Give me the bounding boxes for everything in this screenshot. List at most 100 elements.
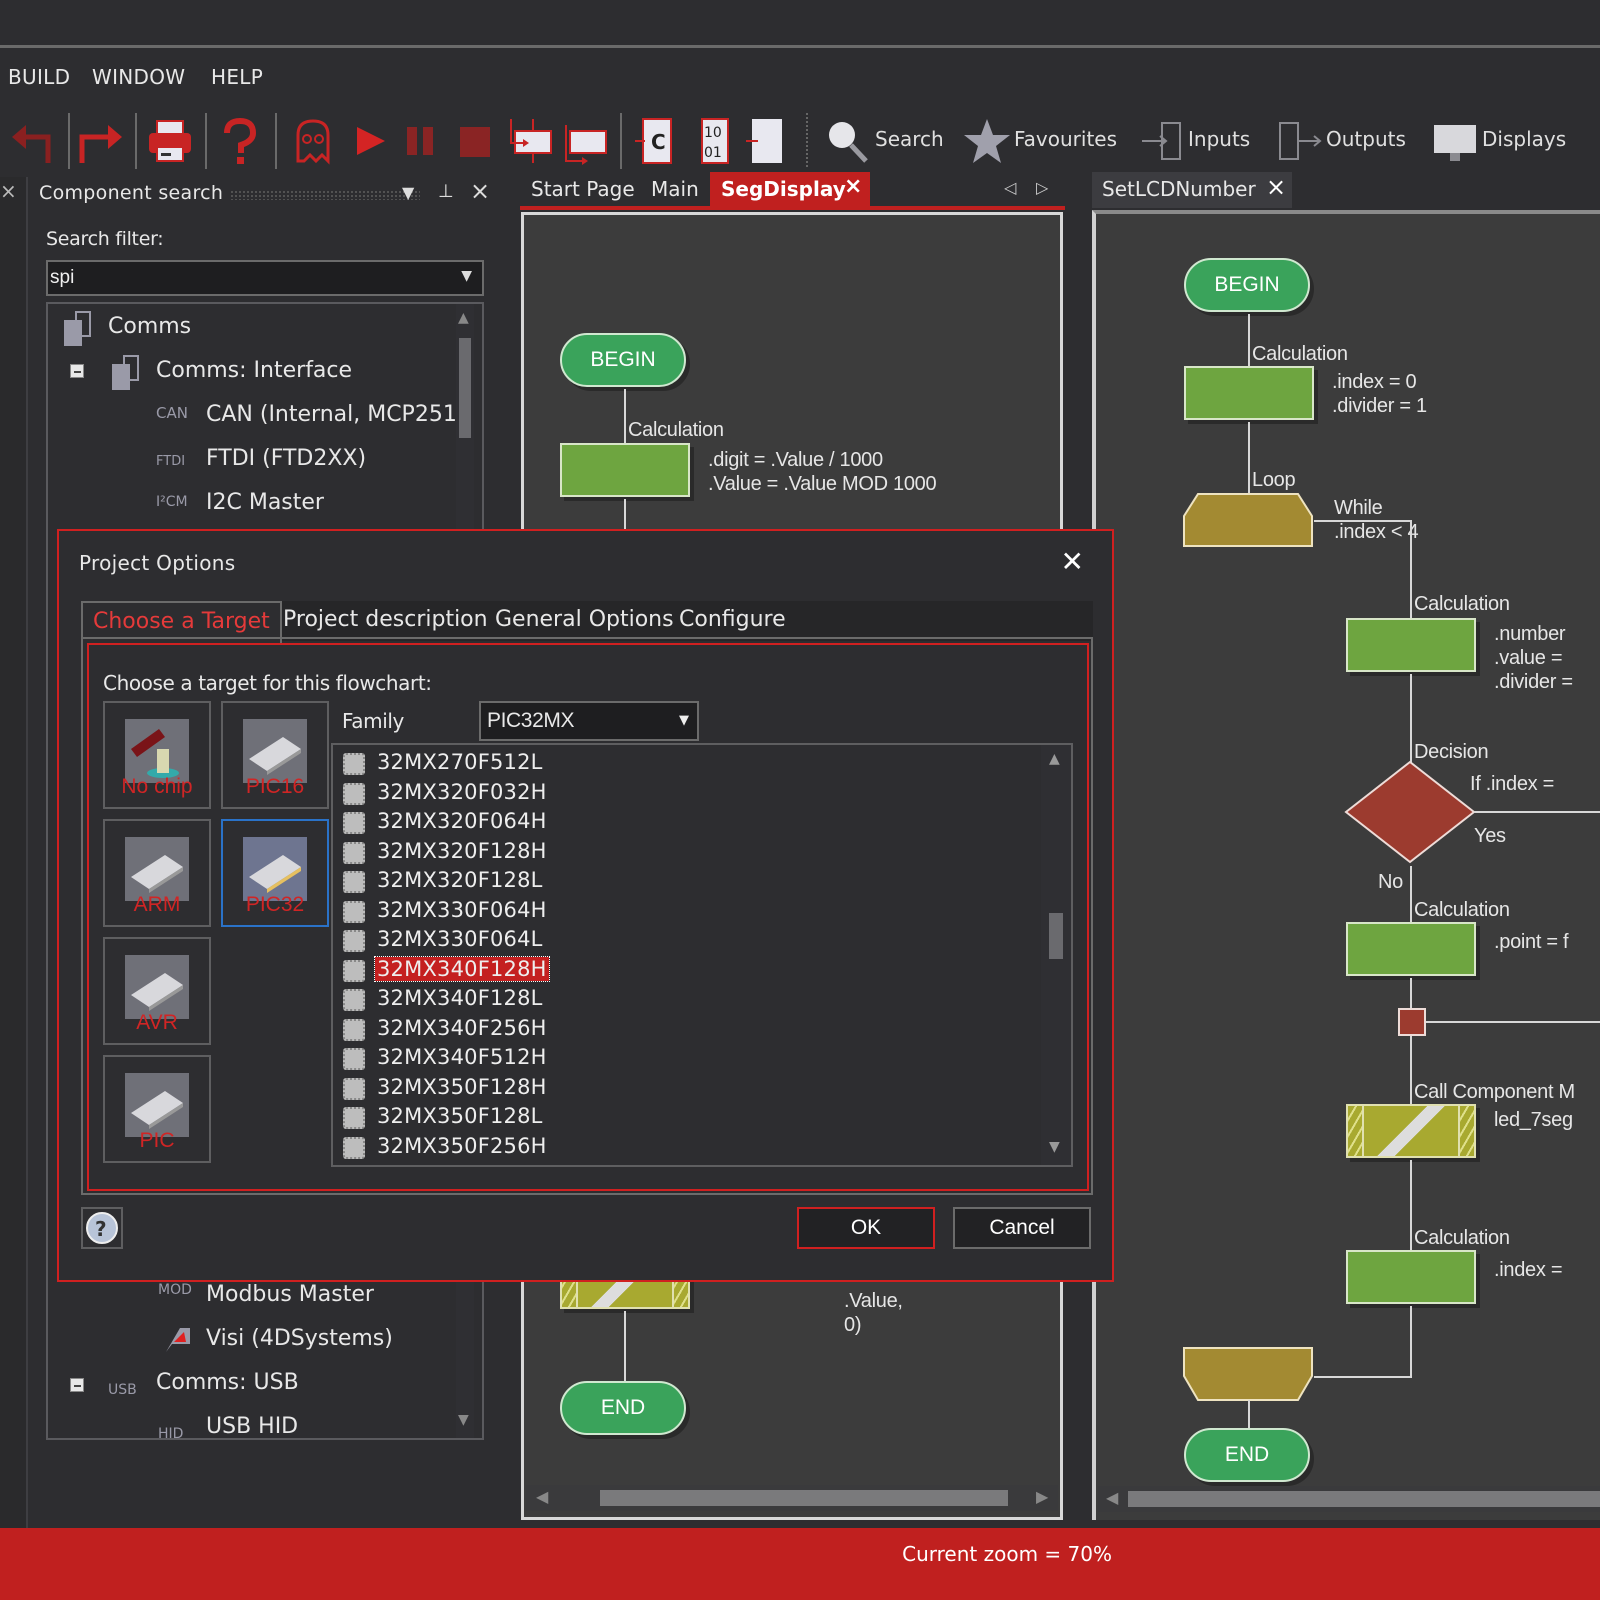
- collapse-toggle[interactable]: [70, 364, 84, 378]
- tab-segdisplay[interactable]: SegDisplay ×: [710, 172, 870, 208]
- scrollbar-thumb[interactable]: [1049, 913, 1063, 959]
- search-button[interactable]: Search: [875, 127, 944, 151]
- pin-icon[interactable]: ⊥: [438, 181, 454, 202]
- favourites-button[interactable]: Favourites: [1014, 127, 1117, 151]
- displays-button[interactable]: Displays: [1482, 127, 1566, 151]
- target-pic32[interactable]: PIC32: [221, 819, 329, 927]
- scroll-down-icon[interactable]: ▼: [458, 1412, 469, 1428]
- flowchart-end[interactable]: END: [1184, 1428, 1310, 1482]
- chip-list-item[interactable]: 32MX270F512L: [341, 749, 941, 778]
- ok-button[interactable]: OK: [797, 1207, 935, 1249]
- scrollbar-thumb[interactable]: [1128, 1491, 1600, 1507]
- chevron-down-icon[interactable]: ▼: [402, 183, 414, 202]
- flowchart-loop-end[interactable]: [1182, 1346, 1322, 1406]
- scroll-left-icon[interactable]: ◀: [1106, 1488, 1118, 1507]
- chip-list-item[interactable]: 32MX340F256H: [341, 1015, 941, 1044]
- scroll-up-icon[interactable]: ▲: [1049, 751, 1060, 767]
- tab-configure[interactable]: Configure: [669, 601, 796, 641]
- chip-list-item[interactable]: 32MX340F512H: [341, 1044, 941, 1073]
- target-avr[interactable]: AVR: [103, 937, 211, 1045]
- flowchart-end[interactable]: END: [560, 1381, 686, 1435]
- search-input[interactable]: [50, 264, 450, 292]
- horizontal-scrollbar[interactable]: ◀: [1098, 1486, 1600, 1512]
- family-select[interactable]: PIC32MX ▼: [479, 701, 699, 741]
- scroll-up-icon[interactable]: ▲: [458, 310, 469, 326]
- chip-list-item[interactable]: 32MX330F064L: [341, 926, 941, 955]
- c-code-icon[interactable]: C: [633, 115, 683, 167]
- inputs-button[interactable]: Inputs: [1188, 127, 1250, 151]
- run-icon[interactable]: [345, 115, 395, 167]
- flowchart-calculation[interactable]: [1184, 366, 1314, 420]
- target-no-chip[interactable]: No chip: [103, 701, 211, 809]
- flowchart-begin[interactable]: BEGIN: [1184, 258, 1310, 312]
- scroll-left-icon[interactable]: ◀: [536, 1487, 548, 1506]
- tab-project-description[interactable]: Project description: [273, 601, 498, 641]
- star-icon[interactable]: [962, 115, 1012, 167]
- menu-build[interactable]: BUILD: [8, 65, 70, 89]
- displays-icon[interactable]: [1430, 115, 1480, 167]
- collapse-toggle[interactable]: [70, 1378, 84, 1392]
- tab-scroll-right-icon[interactable]: ▷: [1036, 178, 1048, 197]
- chip-list-item[interactable]: 32MX350F256H: [341, 1133, 941, 1162]
- tab-general-options[interactable]: General Options: [485, 601, 684, 641]
- menu-help[interactable]: HELP: [211, 65, 263, 89]
- close-icon[interactable]: ✕: [1061, 545, 1084, 578]
- flowchart-calculation[interactable]: [1346, 922, 1476, 976]
- chip-list-item[interactable]: 32MX350F128H: [341, 1074, 941, 1103]
- cancel-button[interactable]: Cancel: [953, 1207, 1091, 1249]
- print-icon[interactable]: [145, 115, 195, 167]
- inputs-icon[interactable]: [1138, 115, 1188, 167]
- chip-list-item[interactable]: 32MX340F128H: [341, 955, 941, 985]
- chip-list[interactable]: 32MX270F512L 32MX320F032H 32MX320F064H 32MX…: [331, 743, 1073, 1167]
- flowchart-calculation[interactable]: [560, 443, 690, 497]
- ghost-icon[interactable]: [288, 115, 338, 167]
- tab-scroll-left-icon[interactable]: ◁: [1004, 178, 1016, 197]
- stop-icon[interactable]: [450, 115, 500, 167]
- chip-icon[interactable]: [744, 115, 794, 167]
- flowchart-decision[interactable]: [1344, 760, 1480, 870]
- tab-start-page[interactable]: Start Page: [520, 172, 646, 208]
- chip-list-item[interactable]: 32MX340F128L: [341, 985, 941, 1014]
- close-icon[interactable]: ×: [844, 174, 862, 199]
- outputs-button[interactable]: Outputs: [1326, 127, 1406, 151]
- binary-icon[interactable]: 1001: [690, 115, 740, 167]
- chip-list-item[interactable]: 32MX350F128L: [341, 1103, 941, 1132]
- help-icon[interactable]: [215, 115, 265, 167]
- target-pic[interactable]: PIC: [103, 1055, 211, 1163]
- flowchart-begin[interactable]: BEGIN: [560, 333, 686, 387]
- flowchart-calculation[interactable]: [1346, 1250, 1476, 1304]
- scrollbar-thumb[interactable]: [600, 1490, 1008, 1506]
- chip-list-item[interactable]: 32MX320F128H: [341, 838, 941, 867]
- help-button[interactable]: ?: [81, 1207, 123, 1249]
- scrollbar-thumb[interactable]: [459, 338, 471, 438]
- scroll-right-icon[interactable]: ▶: [1036, 1487, 1048, 1506]
- search-filter-combobox[interactable]: ▼: [46, 260, 484, 296]
- tab-main[interactable]: Main: [640, 172, 710, 208]
- flowchart-junction[interactable]: [1398, 1008, 1426, 1036]
- close-icon[interactable]: ×: [1266, 173, 1286, 201]
- chevron-down-icon[interactable]: ▼: [461, 268, 472, 284]
- chip-list-item[interactable]: 32MX320F128L: [341, 867, 941, 896]
- undo-icon[interactable]: [8, 115, 58, 167]
- horizontal-scrollbar[interactable]: ◀ ▶: [526, 1485, 1058, 1511]
- step-over-icon[interactable]: [562, 115, 612, 167]
- step-into-icon[interactable]: [507, 115, 557, 167]
- tab-setlcdnumber[interactable]: SetLCDNumber ×: [1092, 172, 1292, 208]
- target-arm[interactable]: ARM: [103, 819, 211, 927]
- chevron-down-icon[interactable]: ▼: [679, 713, 689, 728]
- target-pic16[interactable]: PIC16: [221, 701, 329, 809]
- chip-list-item[interactable]: 32MX320F032H: [341, 779, 941, 808]
- flowchart-loop-start[interactable]: [1182, 492, 1322, 552]
- redo-icon[interactable]: [76, 115, 126, 167]
- close-icon[interactable]: ×: [0, 179, 17, 203]
- chip-list-item[interactable]: 32MX330F064H: [341, 897, 941, 926]
- flowchart-canvas-setlcdnumber[interactable]: BEGIN Calculation .index = 0 .divider = …: [1092, 210, 1600, 1520]
- scroll-down-icon[interactable]: ▼: [1049, 1139, 1060, 1155]
- pause-icon[interactable]: [397, 115, 447, 167]
- search-icon[interactable]: [822, 115, 872, 167]
- outputs-icon[interactable]: [1274, 115, 1324, 167]
- menu-window[interactable]: WINDOW: [92, 65, 185, 89]
- close-icon[interactable]: ×: [470, 177, 490, 205]
- chip-list-item[interactable]: 32MX320F064H: [341, 808, 941, 837]
- flowchart-call-component[interactable]: [1346, 1104, 1476, 1158]
